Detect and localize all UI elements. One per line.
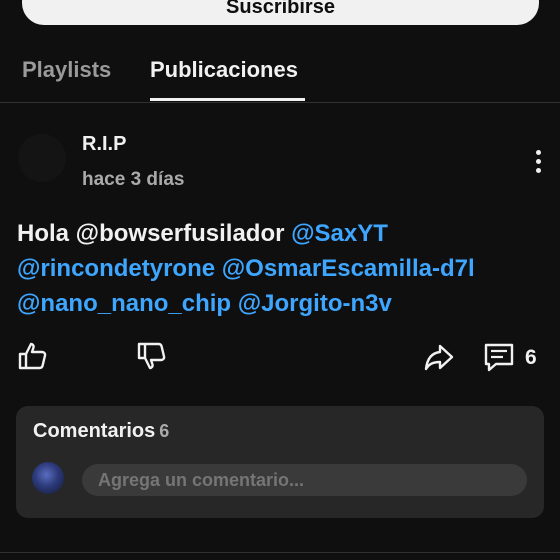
tab-publicaciones[interactable]: Publicaciones — [150, 57, 298, 83]
comment-icon[interactable] — [482, 340, 516, 374]
more-vertical-icon[interactable] — [528, 150, 548, 174]
like-icon[interactable] — [17, 340, 49, 372]
mention-link[interactable]: @SaxYT — [291, 220, 388, 247]
mention-link[interactable]: @Jorgito-n3v — [238, 290, 392, 317]
comments-count: 6 — [159, 421, 170, 441]
mention-link[interactable]: @rincondetyrone — [17, 255, 215, 282]
post-time: hace 3 días — [82, 169, 185, 190]
subscribe-button[interactable]: Suscribirse — [22, 0, 539, 25]
post-text-prefix: Hola @bowserfusilador — [17, 220, 292, 247]
author-avatar[interactable] — [18, 134, 66, 182]
comments-panel[interactable]: Comentarios 6 — [16, 406, 544, 518]
comment-count: 6 — [525, 346, 537, 369]
tab-playlists[interactable]: Playlists — [22, 57, 111, 83]
post-author[interactable]: R.I.P — [82, 133, 126, 156]
active-tab-indicator — [150, 98, 305, 101]
subscribe-label: Suscribirse — [226, 0, 335, 18]
mention-link[interactable]: @OsmarEscamilla-d7l — [222, 255, 475, 282]
share-icon[interactable] — [422, 340, 456, 374]
post-text: Hola @bowserfusilador @SaxYT @rincondety… — [17, 216, 547, 321]
divider — [0, 552, 560, 553]
user-avatar — [32, 462, 64, 494]
comments-heading: Comentarios 6 — [33, 420, 169, 443]
comment-input[interactable] — [82, 464, 527, 496]
channel-tabs: Playlists Publicaciones — [0, 52, 560, 103]
mention-link[interactable]: @nano_nano_chip — [17, 290, 231, 317]
comments-title: Comentarios — [33, 420, 156, 442]
dislike-icon[interactable] — [136, 340, 168, 372]
